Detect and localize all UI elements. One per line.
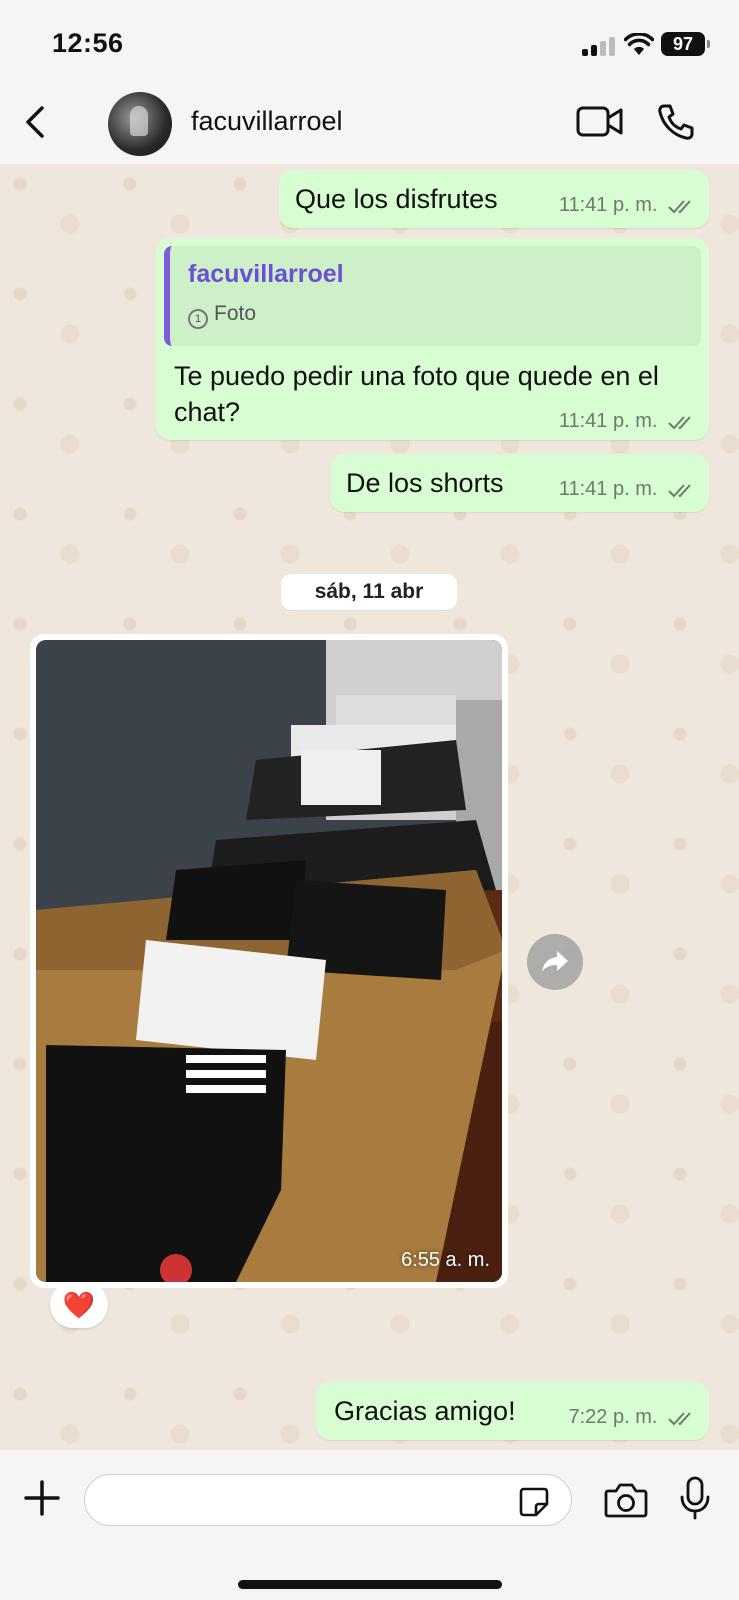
quoted-type: Foto (214, 302, 257, 325)
message-time: 6:55 a. m. (401, 1249, 490, 1271)
microphone-icon[interactable] (679, 1476, 711, 1520)
message-input[interactable] (84, 1474, 572, 1526)
quoted-author: facuvillarroel (188, 260, 344, 288)
double-check-icon (668, 1412, 691, 1426)
composer-bar (0, 1450, 739, 1600)
message-text: De los shorts (346, 468, 504, 498)
message-text: Gracias amigo! (334, 1396, 516, 1426)
view-once-icon: 1 (188, 309, 208, 329)
message-time: 11:41 p. m. (558, 410, 658, 432)
message-text: Que los disfrutes (295, 184, 498, 214)
status-time: 12:56 (52, 28, 124, 58)
date-separator: sáb, 11 abr (281, 574, 457, 610)
back-arrow-icon[interactable] (18, 102, 58, 142)
forward-icon[interactable] (527, 934, 583, 990)
double-check-icon (668, 484, 691, 498)
message-meta: 7:22 p. m. (569, 1406, 698, 1429)
photo-shorts-on-bed (36, 640, 502, 1282)
quoted-message[interactable]: facuvillarroel 1 Foto (164, 246, 701, 346)
video-call-icon[interactable] (576, 104, 624, 140)
message-meta: 11:41 p. m. (559, 194, 697, 217)
camera-icon[interactable] (604, 1482, 648, 1518)
chat-area[interactable]: Que los disfrutes 11:41 p. m. facuvillar… (0, 164, 739, 1450)
status-bar: 12:56 97 (0, 0, 739, 84)
incoming-photo-message[interactable]: 6:55 a. m. (30, 634, 508, 1288)
battery-indicator: 97 (661, 32, 710, 56)
chat-header: facuvillarroel (0, 84, 739, 164)
phone-call-icon[interactable] (656, 102, 696, 142)
outgoing-message[interactable]: De los shorts 11:41 p. m. (330, 454, 709, 512)
plus-icon[interactable] (22, 1478, 62, 1518)
outgoing-message[interactable]: Gracias amigo! 7:22 p. m. (316, 1382, 709, 1440)
sticker-icon[interactable] (518, 1486, 550, 1518)
reaction-heart[interactable]: ❤️ (50, 1282, 108, 1328)
message-meta: 11:41 p. m. (559, 410, 697, 433)
contact-name[interactable]: facuvillarroel (191, 106, 343, 137)
cellular-signal-icon (582, 36, 616, 56)
message-time: 11:41 p. m. (558, 194, 658, 216)
message-meta: 11:41 p. m. (559, 478, 697, 501)
message-time: 11:41 p. m. (558, 478, 658, 500)
home-indicator (238, 1580, 502, 1589)
shared-photo[interactable]: 6:55 a. m. (36, 640, 502, 1282)
double-check-icon (668, 416, 691, 430)
quoted-content: 1 Foto (188, 302, 256, 329)
outgoing-message[interactable]: Que los disfrutes 11:41 p. m. (279, 170, 709, 228)
wifi-icon (624, 33, 654, 55)
double-check-icon (668, 200, 691, 214)
contact-avatar[interactable] (108, 92, 172, 156)
outgoing-message-reply[interactable]: facuvillarroel 1 Foto Te puedo pedir una … (156, 238, 709, 440)
message-time: 7:22 p. m. (568, 1406, 658, 1428)
